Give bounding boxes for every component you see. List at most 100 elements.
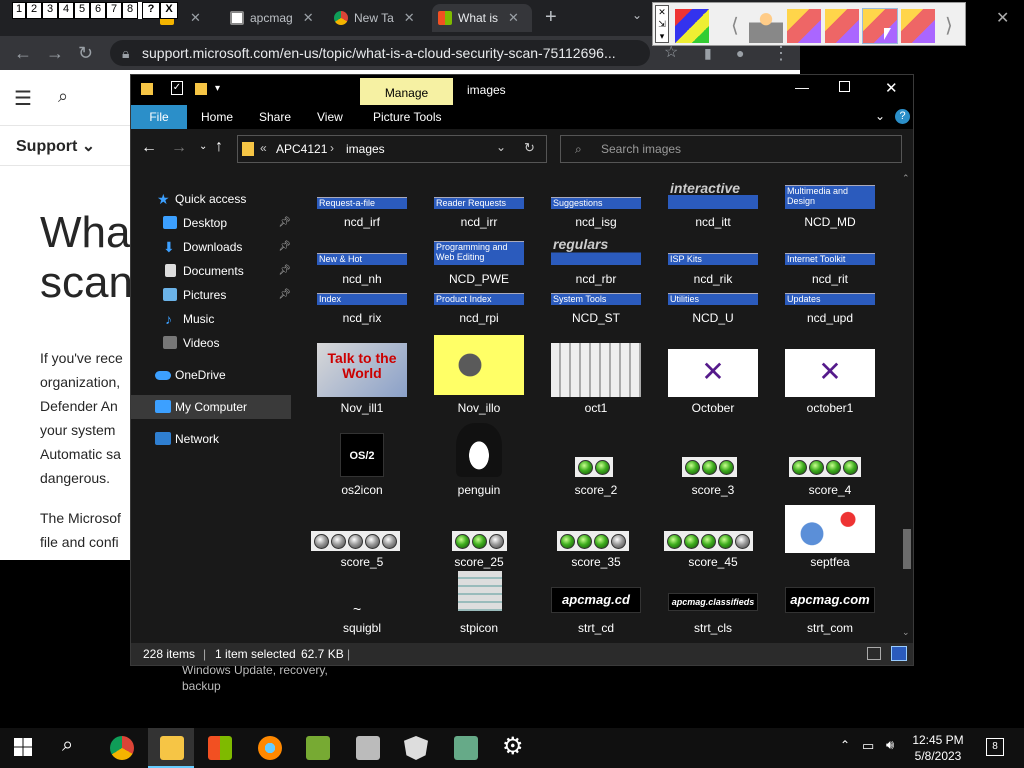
file-item[interactable]: score_35: [541, 497, 651, 569]
close-icon[interactable]: ✕: [190, 10, 201, 26]
address-bar[interactable]: 🔒︎ support.microsoft.com/en-us/topic/wha…: [110, 40, 650, 66]
browser-tab-apcmag[interactable]: apcmag ✕: [230, 4, 326, 32]
window-close-icon[interactable]: ✕: [996, 8, 1009, 28]
package-cubes-icon[interactable]: [862, 8, 898, 44]
nav-downloads[interactable]: ⬇ Downloads 📌︎: [131, 235, 291, 259]
reload-icon[interactable]: ↻: [78, 44, 93, 62]
search-input[interactable]: ⌕ Search images: [560, 135, 902, 163]
app-orb-icon[interactable]: [258, 736, 282, 760]
search-icon[interactable]: ⌕: [58, 86, 68, 107]
file-item[interactable]: septfea: [775, 497, 885, 569]
package-cubes-icon[interactable]: [787, 9, 821, 43]
windows-start-icon[interactable]: [14, 738, 32, 756]
tray-chevron-icon[interactable]: ⌃: [840, 738, 850, 752]
scroll-right-icon[interactable]: ⟩: [945, 13, 953, 38]
gear-icon[interactable]: ⚙: [502, 732, 524, 761]
store-icon[interactable]: [208, 736, 232, 760]
pin-icon[interactable]: 📌︎: [278, 211, 291, 235]
properties-icon[interactable]: ✓: [171, 81, 183, 95]
hamburger-menu-icon[interactable]: ☰: [14, 86, 32, 111]
back-arrow-icon[interactable]: ←: [141, 139, 157, 157]
large-icons-view-icon[interactable]: [891, 646, 907, 661]
tab-search-icon[interactable]: ⌄: [632, 8, 642, 22]
file-item[interactable]: Utilities NCD_U: [658, 287, 768, 331]
file-item[interactable]: Talk to the World Nov_ill1: [307, 335, 417, 415]
back-arrow-icon[interactable]: ←: [14, 44, 32, 62]
nav-documents[interactable]: Documents 📌︎: [131, 259, 291, 283]
file-item[interactable]: score_25: [424, 497, 534, 569]
up-arrow-icon[interactable]: ↑: [215, 138, 223, 156]
tab-home[interactable]: Home: [191, 105, 243, 129]
file-item[interactable]: Multimedia and Design NCD_MD: [775, 171, 885, 231]
file-item[interactable]: Index ncd_rix: [307, 287, 417, 331]
file-item[interactable]: oct1: [541, 335, 651, 415]
close-icon[interactable]: ✕: [508, 10, 519, 26]
chrome-icon[interactable]: [110, 736, 134, 760]
forward-arrow-icon[interactable]: →: [46, 44, 64, 62]
address-dropdown-icon[interactable]: ⌄: [496, 140, 506, 154]
file-item[interactable]: stpicon: [424, 571, 534, 641]
ribbon-expand-icon[interactable]: ⌄: [875, 109, 885, 123]
key-8[interactable]: 8: [122, 2, 138, 19]
close-icon[interactable]: ✕: [303, 10, 314, 26]
nav-my-computer[interactable]: My Computer: [131, 395, 291, 419]
file-item[interactable]: Updates ncd_upd: [775, 287, 885, 331]
scroll-up-icon[interactable]: ⌃: [902, 173, 910, 184]
file-item[interactable]: score_4: [775, 417, 885, 497]
rubiks-cube-icon[interactable]: [675, 9, 709, 43]
tab-picture-tools[interactable]: Picture Tools: [363, 105, 451, 129]
notification-center-icon[interactable]: 8: [986, 738, 1004, 756]
scroll-thumb[interactable]: [903, 529, 911, 569]
breadcrumb-images[interactable]: images: [346, 142, 385, 156]
tab-file[interactable]: File: [131, 105, 187, 129]
file-item[interactable]: score_45: [658, 497, 768, 569]
support-nav[interactable]: Support ⌄: [16, 136, 95, 156]
app-window-icon[interactable]: [454, 736, 478, 760]
minimize-icon[interactable]: —: [795, 79, 809, 95]
file-item[interactable]: ✕ october1: [775, 335, 885, 415]
document-tool-icon[interactable]: [356, 736, 380, 760]
help-key[interactable]: ?: [142, 2, 160, 19]
key-4[interactable]: 4: [58, 2, 74, 19]
file-item[interactable]: apcmag.com strt_com: [775, 571, 885, 641]
breadcrumb-apc4121[interactable]: APC4121: [276, 142, 327, 156]
file-item[interactable]: score_2: [541, 417, 651, 497]
close-icon[interactable]: ✕: [404, 10, 415, 26]
tab-view[interactable]: View: [307, 105, 353, 129]
maximize-icon[interactable]: [839, 81, 850, 92]
file-item[interactable]: score_5: [307, 497, 417, 569]
clock[interactable]: 12:45 PM 5/8/2023: [908, 732, 968, 764]
breadcrumb[interactable]: « APC4121 › images ⌄ ↻: [237, 135, 547, 163]
file-item[interactable]: ISP Kits ncd_rik: [658, 231, 768, 287]
close-key[interactable]: X: [160, 2, 178, 19]
file-item[interactable]: New & Hot ncd_nh: [307, 231, 417, 287]
nav-music[interactable]: ♪ Music: [131, 307, 291, 331]
key-2[interactable]: 2: [26, 2, 42, 19]
pin-icon[interactable]: 📌︎: [278, 283, 291, 307]
tab-share[interactable]: Share: [249, 105, 301, 129]
details-view-icon[interactable]: [867, 647, 881, 660]
manage-tab[interactable]: Manage: [360, 78, 453, 105]
nav-onedrive[interactable]: OneDrive: [131, 363, 291, 387]
profile-icon[interactable]: ●: [736, 44, 744, 62]
file-item[interactable]: ✕ October: [658, 335, 768, 415]
file-item[interactable]: OS/2 os2icon: [307, 417, 417, 497]
file-item[interactable]: regulars ncd_rbr: [541, 231, 651, 287]
browser-tab-new[interactable]: New Ta ✕: [334, 4, 430, 32]
key-5[interactable]: 5: [74, 2, 90, 19]
file-item[interactable]: apcmag.classifieds strt_cls: [658, 571, 768, 641]
file-item[interactable]: Reader Requests ncd_irr: [424, 171, 534, 231]
help-icon[interactable]: ?: [895, 109, 910, 124]
nav-videos[interactable]: Videos: [131, 331, 291, 355]
file-item[interactable]: ~ squigbl: [307, 571, 417, 641]
key-3[interactable]: 3: [42, 2, 58, 19]
file-item[interactable]: Request-a-file ncd_irf: [307, 171, 417, 231]
vertical-scrollbar[interactable]: ⌃ ⌄: [901, 171, 913, 641]
recent-locations-icon[interactable]: ⌄: [199, 141, 207, 152]
file-item[interactable]: penguin: [424, 417, 534, 497]
close-icon[interactable]: ✕: [885, 79, 898, 97]
spreadsheet-icon[interactable]: [306, 736, 330, 760]
file-item[interactable]: Product Index ncd_rpi: [424, 287, 534, 331]
file-item[interactable]: interactive ncd_itt: [658, 171, 768, 231]
package-cubes-icon[interactable]: [901, 9, 935, 43]
